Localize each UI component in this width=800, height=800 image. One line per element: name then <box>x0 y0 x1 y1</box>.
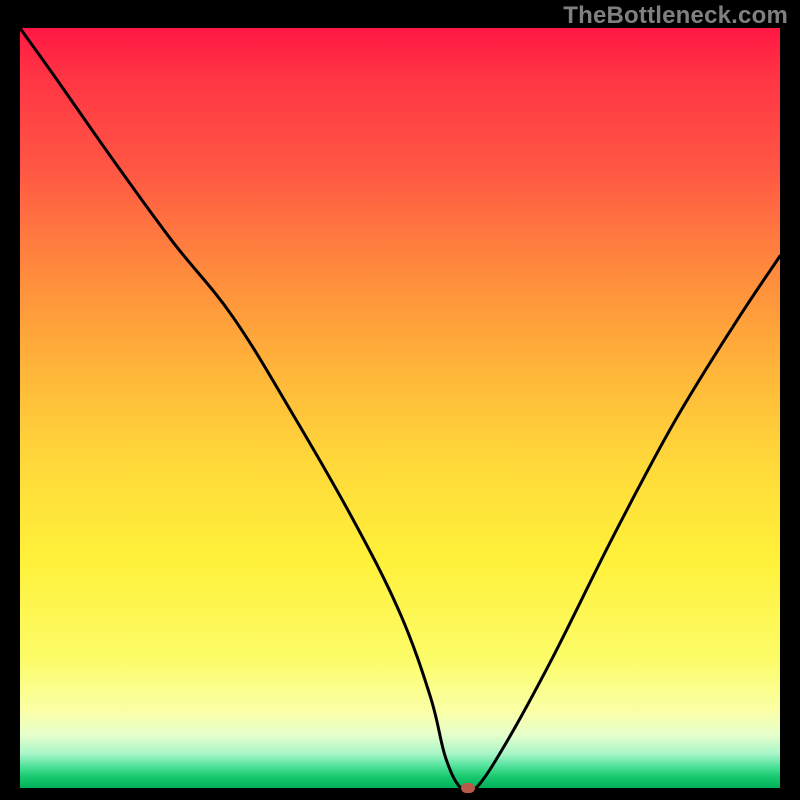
optimal-point-marker <box>461 783 475 793</box>
watermark-text: TheBottleneck.com <box>563 2 788 30</box>
chart-frame: TheBottleneck.com <box>0 0 800 800</box>
bottleneck-curve <box>20 28 780 788</box>
plot-area <box>20 28 780 788</box>
curve-svg <box>20 28 780 788</box>
